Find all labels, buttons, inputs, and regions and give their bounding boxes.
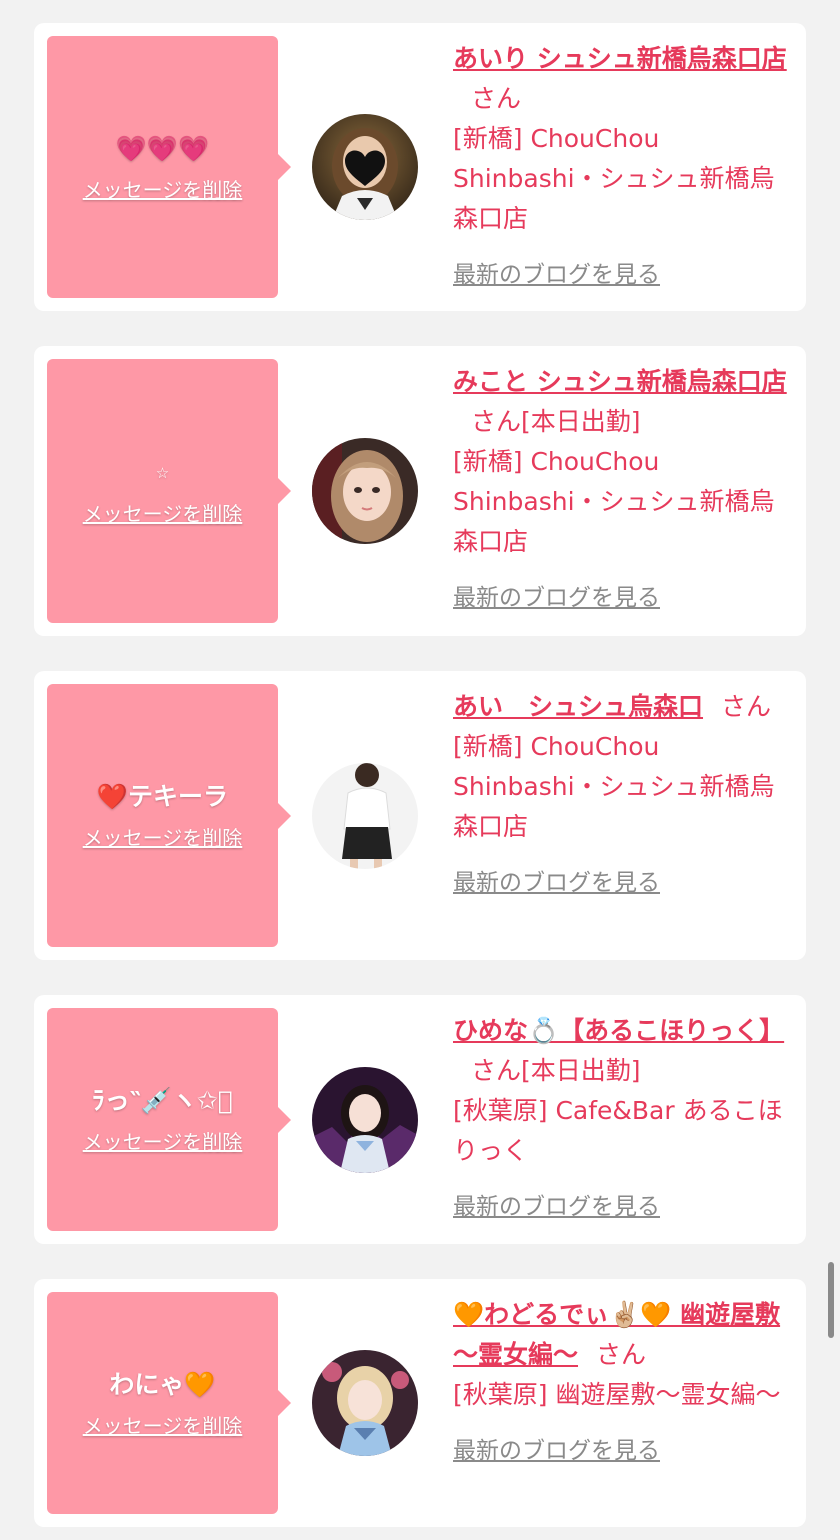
latest-blog-link[interactable]: 最新のブログを見る bbox=[453, 1431, 792, 1471]
message-text: ❤️テキーラ bbox=[96, 782, 229, 811]
message-text: ☆ bbox=[155, 463, 170, 482]
attendance-status: [本日出勤] bbox=[521, 407, 641, 436]
cast-info: みこと シュシュ新橋烏森口店さん[本日出勤] [新橋] ChouChou Shi… bbox=[453, 362, 792, 618]
avatar[interactable] bbox=[312, 438, 418, 544]
message-card: ❤️テキーラ メッセージを削除 あい シュシュ烏森口 さん [新橋] ChouCh… bbox=[34, 671, 806, 960]
woman-cosplay-photo-icon bbox=[312, 1350, 418, 1456]
cast-info: ひめな💍【あるこほりっく】さん[本日出勤] [秋葉原] Cafe&Bar あるこ… bbox=[453, 1011, 792, 1227]
shop-name: [秋葉原] Cafe&Bar あるこほりっく bbox=[453, 1096, 783, 1165]
shop-name: [新橋] ChouChou Shinbashi・シュシュ新橋烏森口店 bbox=[453, 447, 775, 556]
delete-message-link[interactable]: メッセージを削除 bbox=[83, 822, 243, 851]
shop-name: [新橋] ChouChou Shinbashi・シュシュ新橋烏森口店 bbox=[453, 124, 775, 233]
attendance-status: [本日出勤] bbox=[521, 1056, 641, 1085]
delete-message-link[interactable]: メッセージを削除 bbox=[83, 1410, 243, 1439]
woman-full-body-photo-icon bbox=[312, 762, 418, 869]
cast-name-link[interactable]: ひめな💍【あるこほりっく】 bbox=[453, 1016, 784, 1045]
message-card: わにゃ🧡 メッセージを削除 🧡わどるでぃ✌🏼🧡 幽遊屋敷～霊女編～ さん [秋葉原… bbox=[34, 1279, 806, 1527]
message-card: ﾗっ‶💉ヽ✩ﾟ メッセージを削除 ひめな💍【あるこほりっく】さん[本日出勤] [… bbox=[34, 995, 806, 1244]
message-card: 💗💗💗 メッセージを削除 あいり シュシュ新橋烏森口店さん [新橋] ChouC… bbox=[34, 23, 806, 311]
cast-name-link[interactable]: あいり シュシュ新橋烏森口店 bbox=[453, 44, 787, 73]
message-box: ﾗっ‶💉ヽ✩ﾟ メッセージを削除 bbox=[47, 1008, 291, 1231]
message-text: ﾗっ‶💉ヽ✩ﾟ bbox=[92, 1086, 233, 1115]
shop-name: [秋葉原] 幽遊屋敷～霊女編～ bbox=[453, 1380, 781, 1409]
latest-blog-link[interactable]: 最新のブログを見る bbox=[453, 1187, 792, 1227]
honorific: さん bbox=[471, 1056, 522, 1085]
cast-info: 🧡わどるでぃ✌🏼🧡 幽遊屋敷～霊女編～ さん [秋葉原] 幽遊屋敷～霊女編～ 最新… bbox=[453, 1295, 792, 1471]
delete-message-link[interactable]: メッセージを削除 bbox=[83, 174, 243, 203]
latest-blog-link[interactable]: 最新のブログを見る bbox=[453, 578, 792, 618]
message-text: 💗💗💗 bbox=[115, 133, 210, 163]
delete-message-link[interactable]: メッセージを削除 bbox=[83, 498, 243, 527]
cast-name-link[interactable]: あい シュシュ烏森口 bbox=[453, 692, 703, 721]
delete-message-link[interactable]: メッセージを削除 bbox=[83, 1126, 243, 1155]
avatar[interactable] bbox=[312, 1350, 418, 1456]
message-box: ❤️テキーラ メッセージを削除 bbox=[47, 684, 291, 947]
scrollbar-thumb[interactable] bbox=[828, 1262, 834, 1338]
message-box: 💗💗💗 メッセージを削除 bbox=[47, 36, 291, 298]
cast-info: あい シュシュ烏森口 さん [新橋] ChouChou Shinbashi・シュシ… bbox=[453, 687, 792, 903]
honorific: さん bbox=[471, 407, 522, 436]
honorific: さん bbox=[596, 1340, 647, 1369]
honorific: さん bbox=[721, 692, 772, 721]
message-box: わにゃ🧡 メッセージを削除 bbox=[47, 1292, 291, 1514]
cast-name-link[interactable]: みこと シュシュ新橋烏森口店 bbox=[453, 367, 787, 396]
avatar[interactable] bbox=[312, 762, 418, 869]
woman-portrait-photo-icon bbox=[312, 438, 418, 544]
message-card: ☆ メッセージを削除 みこと シュシュ新橋烏森口店さん[本日出勤] [新橋] C… bbox=[34, 346, 806, 636]
message-box: ☆ メッセージを削除 bbox=[47, 359, 291, 623]
shop-name: [新橋] ChouChou Shinbashi・シュシュ新橋烏森口店 bbox=[453, 732, 775, 841]
cast-info: あいり シュシュ新橋烏森口店さん [新橋] ChouChou Shinbashi… bbox=[453, 39, 792, 295]
woman-idol-photo-icon bbox=[312, 1066, 418, 1173]
latest-blog-link[interactable]: 最新のブログを見る bbox=[453, 863, 792, 903]
woman-photo-heart-mask-icon bbox=[312, 114, 418, 220]
latest-blog-link[interactable]: 最新のブログを見る bbox=[453, 255, 792, 295]
avatar[interactable] bbox=[312, 114, 418, 220]
message-text: わにゃ🧡 bbox=[109, 1369, 216, 1399]
honorific: さん bbox=[471, 84, 522, 113]
avatar[interactable] bbox=[312, 1066, 418, 1173]
